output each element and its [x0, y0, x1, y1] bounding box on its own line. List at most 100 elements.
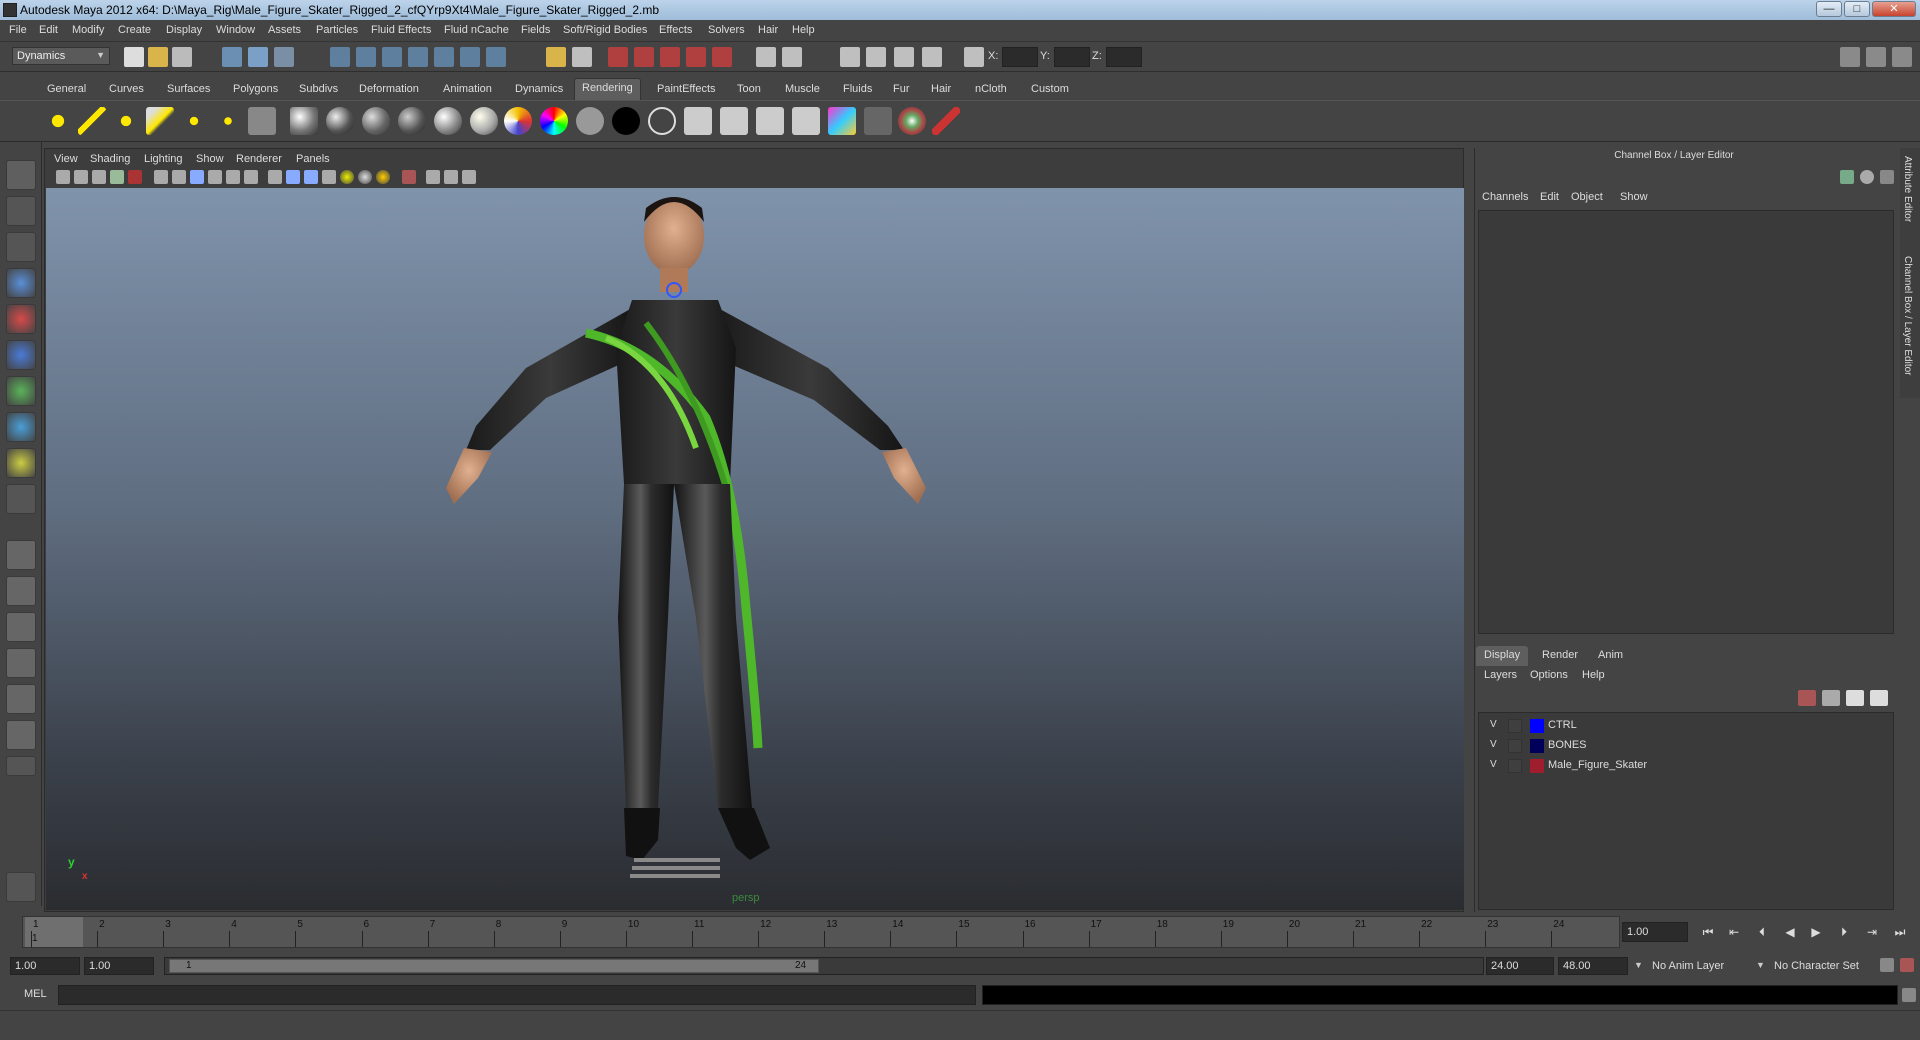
snap-grid-icon[interactable] [330, 47, 350, 67]
close-button[interactable]: ✕ [1872, 1, 1916, 17]
layer-color-swatch[interactable] [1530, 719, 1544, 733]
shelf-tab-fur[interactable]: Fur [886, 80, 917, 98]
key-icon[interactable] [1880, 958, 1894, 972]
move-layer-up-icon[interactable] [1798, 690, 1816, 706]
create-camera-icon[interactable] [248, 107, 276, 135]
menu-edit[interactable]: Edit [39, 24, 58, 36]
minimize-button[interactable]: — [1816, 1, 1842, 17]
layer-tab-render[interactable]: Render [1534, 646, 1586, 666]
input-output-icon[interactable] [572, 47, 592, 67]
shelf-tab-curves[interactable]: Curves [102, 80, 151, 98]
universal-manipulator-icon[interactable] [6, 376, 36, 406]
create-layer-from-selected-icon[interactable] [1870, 690, 1888, 706]
anisotropic-shader-icon[interactable] [326, 107, 354, 135]
layer-row-male-figure-skater[interactable]: V Male_Figure_Skater [1478, 756, 1894, 776]
move-layer-down-icon[interactable] [1822, 690, 1840, 706]
paint-select-tool-icon[interactable] [6, 232, 36, 262]
layout-hypershade-persp-icon[interactable] [6, 684, 36, 714]
shelf-tab-dynamics[interactable]: Dynamics [508, 80, 570, 98]
layer-visibility-toggle[interactable]: V [1490, 759, 1504, 770]
toggle-tool-settings-icon[interactable] [1866, 47, 1886, 67]
render-snapshot-icon[interactable] [922, 47, 942, 67]
toggle-attribute-editor-icon[interactable] [1840, 47, 1860, 67]
menu-create[interactable]: Create [118, 24, 151, 36]
layer-menu-layers[interactable]: Layers [1484, 669, 1517, 681]
shelf-tab-painteffects[interactable]: PaintEffects [650, 80, 723, 98]
command-input[interactable] [58, 985, 976, 1005]
layer-row-bones[interactable]: V BONES [1478, 736, 1894, 756]
grid-icon[interactable] [154, 170, 168, 184]
step-back-key-icon[interactable]: ⏴ [1752, 922, 1772, 942]
save-scene-icon[interactable] [172, 47, 192, 67]
play-backwards-icon[interactable]: ◀ [1780, 922, 1800, 942]
render-settings-shelf-icon[interactable] [792, 107, 820, 135]
ipr-shelf-icon[interactable] [756, 107, 784, 135]
image-plane-icon[interactable] [110, 170, 124, 184]
channel-box-area[interactable] [1478, 210, 1894, 634]
layout-outliner-persp-icon[interactable] [6, 612, 36, 642]
safe-action-icon[interactable] [244, 170, 258, 184]
range-slider-handle[interactable]: 1 24 [169, 959, 819, 973]
right-arm[interactable] [716, 308, 904, 450]
shelf-tab-deformation[interactable]: Deformation [352, 80, 426, 98]
z-input[interactable] [1106, 47, 1142, 67]
perspective-viewport[interactable] [46, 188, 1464, 910]
time-slider-ruler[interactable]: 1 1 2 3 4 5 6 7 8 9 10 11 12 13 14 15 16 17 18 19 20 21 22 23 2… [22, 916, 1620, 948]
construction-history-icon[interactable] [608, 47, 628, 67]
shelf-tab-subdivs[interactable]: Subdivs [292, 80, 345, 98]
smooth-shade-icon[interactable] [286, 170, 300, 184]
two-d-pan-zoom-icon[interactable] [128, 170, 142, 184]
transform-mode-icon[interactable] [964, 47, 984, 67]
xray-components-icon[interactable] [462, 170, 476, 184]
volume-light-icon[interactable] [214, 107, 242, 135]
layer-menu-options[interactable]: Options [1530, 669, 1568, 681]
viewport-menu-panels[interactable]: Panels [296, 153, 330, 165]
menu-solvers[interactable]: Solvers [708, 24, 745, 36]
channel-box-speed-icon[interactable] [1860, 170, 1874, 184]
playback-end-field[interactable]: 24.00 [1486, 957, 1554, 975]
render-view-shelf-icon[interactable] [684, 107, 712, 135]
layout-more-icon[interactable] [6, 756, 36, 776]
shadows-icon[interactable] [358, 170, 372, 184]
animation-preferences-icon[interactable] [1900, 958, 1914, 972]
camera-attributes-icon[interactable] [74, 170, 88, 184]
menu-soft-rigid-bodies[interactable]: Soft/Rigid Bodies [563, 24, 647, 36]
new-scene-icon[interactable] [124, 47, 144, 67]
channel-box-menu-object[interactable]: Object [1571, 191, 1603, 203]
figure-skater-model[interactable] [46, 188, 1464, 910]
menu-fluid-effects[interactable]: Fluid Effects [371, 24, 431, 36]
high-quality-icon[interactable] [376, 170, 390, 184]
side-tab-channel-box[interactable]: Channel Box / Layer Editor [1902, 256, 1913, 376]
directional-light-icon[interactable] [78, 107, 106, 135]
render-settings-icon[interactable] [686, 47, 706, 67]
select-object-icon[interactable] [248, 47, 268, 67]
point-light-icon[interactable] [112, 107, 140, 135]
layer-color-swatch[interactable] [1530, 759, 1544, 773]
phong-shader-icon[interactable] [434, 107, 462, 135]
toggle-channel-box-icon[interactable] [1892, 47, 1912, 67]
snap-surface-icon[interactable] [460, 47, 480, 67]
rotate-tool-icon[interactable] [6, 304, 36, 334]
menu-help[interactable]: Help [792, 24, 815, 36]
blinn-shader-icon[interactable] [290, 107, 318, 135]
batch-render-icon[interactable] [866, 47, 886, 67]
layout-single-pane-icon[interactable] [6, 540, 36, 570]
render-snapshot-shelf-icon[interactable] [864, 107, 892, 135]
shelf-tab-toon[interactable]: Toon [730, 80, 768, 98]
paint-brush-icon[interactable] [932, 107, 960, 135]
hypershade-icon[interactable] [712, 47, 732, 67]
xray-icon[interactable] [426, 170, 440, 184]
camera-select-icon[interactable] [56, 170, 70, 184]
menu-file[interactable]: File [9, 24, 27, 36]
ramp-shader-icon[interactable] [504, 107, 532, 135]
menu-set-dropdown[interactable]: Dynamics ▼ [12, 47, 110, 65]
hypershade-shelf-icon[interactable] [828, 107, 856, 135]
step-forward-frame-icon[interactable]: ⇥ [1862, 922, 1882, 942]
field-chart-icon[interactable] [226, 170, 240, 184]
channel-box-menu-show[interactable]: Show [1620, 191, 1648, 203]
shelf-tab-custom[interactable]: Custom [1024, 80, 1076, 98]
show-manipulator-icon[interactable] [6, 448, 36, 478]
menu-display[interactable]: Display [166, 24, 202, 36]
phong-e-shader-icon[interactable] [470, 107, 498, 135]
make-live-icon[interactable] [434, 47, 454, 67]
